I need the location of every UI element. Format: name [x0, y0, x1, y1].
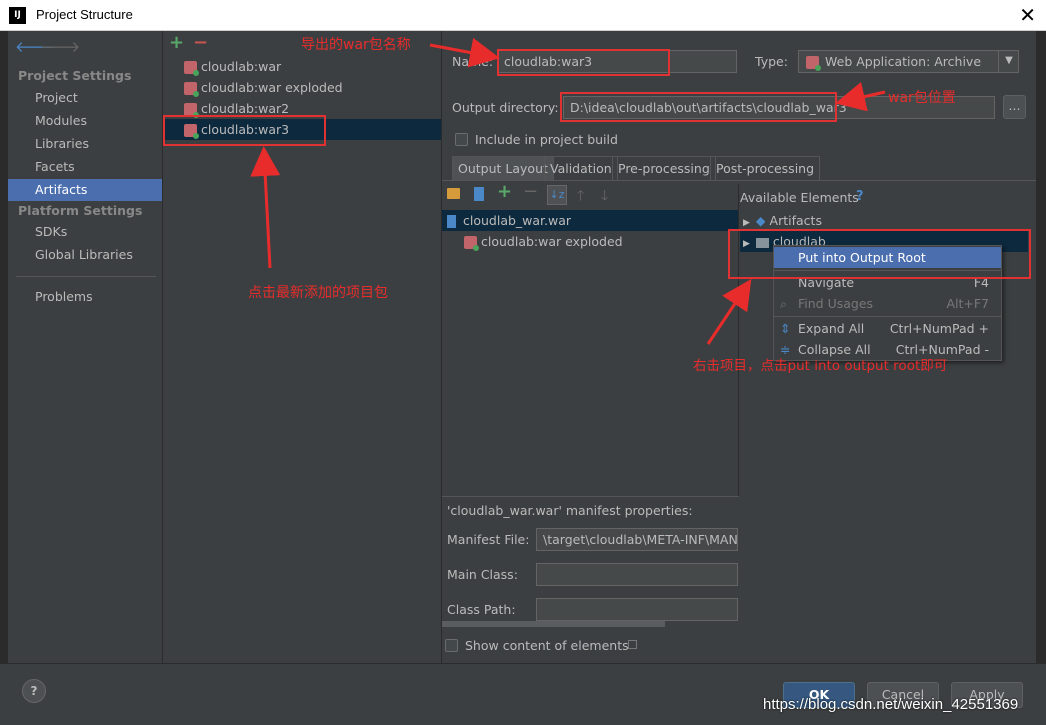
add-element-icon[interactable]: +: [497, 181, 512, 202]
selected-artifact-highlight: [163, 115, 326, 146]
war-exploded-icon: [464, 236, 479, 251]
intellij-logo-icon: IJ: [9, 7, 26, 24]
menu-item-label: Expand All: [798, 321, 865, 336]
annotation-war-name: 导出的war包名称: [301, 37, 411, 53]
menu-separator: [774, 316, 1001, 317]
project-settings-header: Project Settings: [18, 68, 132, 83]
artifact-item[interactable]: cloudlab:war exploded: [184, 77, 343, 98]
options-icon[interactable]: [628, 640, 637, 649]
layout-root-row[interactable]: cloudlab_war.war: [442, 210, 738, 231]
archive-icon[interactable]: [474, 187, 484, 201]
war-archive-icon: [184, 61, 199, 76]
remove-element-icon[interactable]: −: [523, 181, 538, 202]
window-title: Project Structure: [36, 7, 133, 22]
nav-item-libraries[interactable]: Libraries: [35, 136, 89, 151]
help-button[interactable]: ?: [22, 679, 46, 703]
nav-item-sdks[interactable]: SDKs: [35, 224, 67, 239]
class-path-input[interactable]: [536, 598, 738, 621]
search-icon: ⌕: [780, 296, 788, 311]
type-select[interactable]: Web Application: Archive: [798, 50, 1019, 73]
menu-item-expand-all[interactable]: ⇕ Expand All Ctrl+NumPad +: [774, 318, 1001, 339]
tab-post-processing[interactable]: Post-processing: [710, 156, 821, 180]
expand-arrow-icon: ▶: [743, 218, 750, 228]
artifact-label: cloudlab:war: [201, 59, 282, 74]
available-item-label: Artifacts: [769, 213, 822, 228]
horizontal-scrollbar[interactable]: [442, 621, 665, 627]
nav-item-facets[interactable]: Facets: [35, 159, 75, 174]
expand-all-icon: ⇕: [780, 321, 791, 336]
manifest-title: 'cloudlab_war.war' manifest properties:: [447, 503, 693, 518]
available-item-artifacts[interactable]: ▶ ◆ Artifacts: [743, 210, 822, 231]
left-edge-strip: [0, 31, 8, 686]
right-edge-strip: [1036, 31, 1046, 686]
manifest-file-input[interactable]: \target\cloudlab\META-INF\MANI: [536, 528, 738, 551]
annotation-war-location: war包位置: [888, 90, 956, 106]
war-exploded-icon: [184, 82, 199, 97]
title-bar: IJ Project Structure ✕: [0, 0, 1046, 31]
show-content-label: Show content of elements: [465, 638, 629, 653]
remove-artifact-icon[interactable]: −: [193, 32, 208, 53]
tab-validation[interactable]: Validation: [544, 156, 618, 180]
web-archive-icon: [806, 56, 821, 71]
nav-item-artifacts[interactable]: Artifacts: [8, 179, 162, 201]
artifact-item[interactable]: cloudlab:war: [184, 56, 281, 77]
artifact-label: cloudlab:war exploded: [201, 80, 343, 95]
output-directory-highlight: [560, 92, 837, 122]
layout-child-row[interactable]: cloudlab:war exploded: [464, 231, 623, 252]
annotation-right-click: 右击项目，点击put into output root即可: [693, 358, 948, 374]
nav-item-problems[interactable]: Problems: [35, 289, 93, 304]
type-value: Web Application: Archive: [825, 54, 982, 69]
nav-item-global-libraries[interactable]: Global Libraries: [35, 247, 133, 262]
tab-pre-processing[interactable]: Pre-processing: [612, 156, 716, 180]
output-directory-label: Output directory:: [452, 100, 559, 115]
close-icon[interactable]: ✕: [1019, 3, 1036, 27]
watermark: https://blog.csdn.net/weixin_42551369: [763, 696, 1019, 713]
show-content-checkbox[interactable]: [445, 639, 458, 652]
war-file-icon: [447, 215, 456, 228]
sort-icon[interactable]: ↓z: [547, 185, 567, 205]
artifacts-icon: ◆: [755, 213, 766, 228]
move-up-icon[interactable]: 🡑: [577, 185, 584, 209]
main-class-label: Main Class:: [447, 567, 518, 582]
context-target-highlight: [728, 229, 1031, 279]
type-label: Type:: [755, 54, 788, 69]
artifact-list-panel: + − cloudlab:war cloudlab:war exploded c…: [163, 31, 442, 663]
new-folder-icon[interactable]: [447, 188, 460, 199]
include-build-label: Include in project build: [475, 132, 618, 147]
forward-arrow-icon[interactable]: 🡒: [40, 37, 80, 56]
chevron-down-icon[interactable]: ▼: [998, 50, 1019, 73]
browse-button[interactable]: ...: [1003, 95, 1026, 119]
layout-child-label: cloudlab:war exploded: [481, 234, 623, 249]
tab-output-layout[interactable]: Output Layout: [452, 156, 554, 180]
layout-root-label: cloudlab_war.war: [463, 213, 572, 228]
nav-item-project[interactable]: Project: [35, 90, 78, 105]
menu-item-find-usages[interactable]: ⌕ Find Usages Alt+F7: [774, 293, 1001, 314]
main-class-input[interactable]: [536, 563, 738, 586]
menu-item-shortcut: Alt+F7: [946, 296, 989, 311]
output-layout-panel: + − ↓z 🡑 🡓 cloudlab_war.war cloudlab:war…: [442, 181, 739, 502]
manifest-file-label: Manifest File:: [447, 532, 530, 547]
settings-nav: 🡐 🡒 Project Settings Project Modules Lib…: [8, 31, 163, 663]
available-elements-header: Available Elements: [740, 190, 859, 205]
class-path-label: Class Path:: [447, 602, 516, 617]
artifact-label: cloudlab:war2: [201, 101, 290, 116]
menu-item-shortcut: Ctrl+NumPad +: [889, 321, 989, 336]
menu-item-label: Find Usages: [798, 296, 874, 311]
add-artifact-icon[interactable]: +: [169, 32, 184, 53]
move-down-icon[interactable]: 🡓: [601, 185, 608, 209]
name-label: Name:: [452, 54, 494, 69]
include-build-checkbox[interactable]: [455, 133, 468, 146]
help-icon[interactable]: ?: [856, 189, 864, 204]
nav-item-modules[interactable]: Modules: [35, 113, 87, 128]
nav-divider: [16, 276, 156, 277]
name-highlight: [497, 49, 670, 76]
annotation-click-latest: 点击最新添加的项目包: [248, 285, 388, 301]
platform-settings-header: Platform Settings: [18, 203, 143, 218]
